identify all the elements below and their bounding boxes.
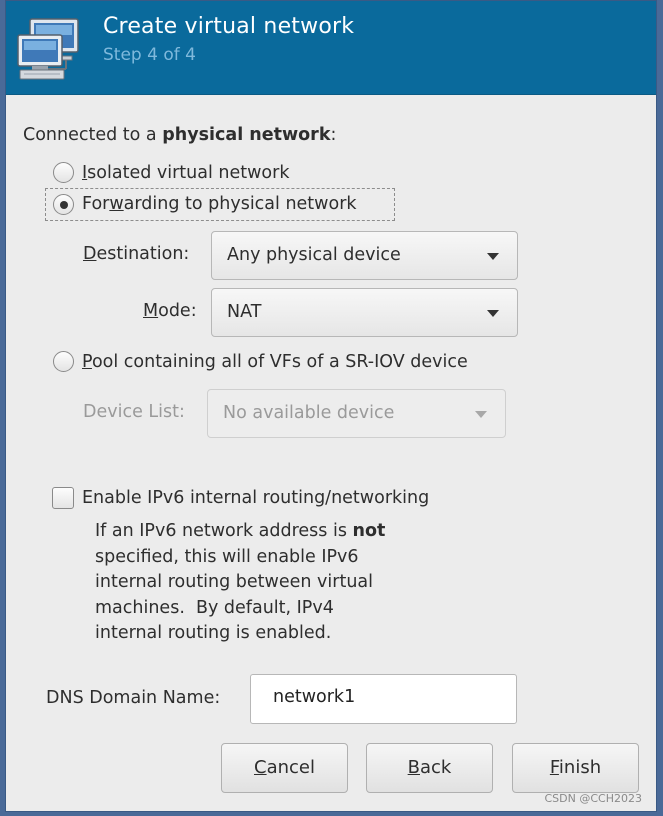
dialog-title: Create virtual network <box>103 14 355 39</box>
dialog-header: Create virtual network Step 4 of 4 <box>6 1 656 95</box>
step-indicator: Step 4 of 4 <box>103 45 196 65</box>
isolated-radio[interactable] <box>53 162 74 183</box>
mode-label: Mode: <box>143 301 197 321</box>
mode-dropdown[interactable]: NAT <box>211 288 518 337</box>
dns-domain-value: network1 <box>273 687 356 707</box>
dns-domain-input[interactable]: network1 <box>250 674 517 724</box>
cancel-button[interactable]: Cancel <box>221 743 348 793</box>
forwarding-radio[interactable] <box>53 194 74 215</box>
create-virtual-network-dialog: Create virtual network Step 4 of 4 Conne… <box>5 0 657 812</box>
destination-value: Any physical device <box>227 245 401 265</box>
destination-dropdown[interactable]: Any physical device <box>211 231 518 280</box>
ipv6-checkbox-label[interactable]: Enable IPv6 internal routing/networking <box>82 488 429 508</box>
connection-intro: Connected to a physical network: <box>23 125 337 145</box>
triangle-down-icon <box>487 253 499 260</box>
device-list-value: No available device <box>223 403 395 423</box>
triangle-down-icon <box>487 310 499 317</box>
triangle-down-icon <box>475 411 487 418</box>
isolated-radio-label[interactable]: Isolated virtual network <box>82 163 289 183</box>
forwarding-radio-label[interactable]: Forwarding to physical network <box>82 194 357 214</box>
network-computers-icon <box>17 18 79 80</box>
device-list-dropdown: No available device <box>207 389 506 438</box>
watermark: CSDN @CCH2023 <box>544 792 643 805</box>
back-button[interactable]: Back <box>366 743 493 793</box>
pool-radio-label[interactable]: Pool containing all of VFs of a SR-IOV d… <box>82 352 468 372</box>
ipv6-checkbox[interactable] <box>52 487 74 509</box>
finish-button[interactable]: Finish <box>512 743 639 793</box>
dns-domain-label: DNS Domain Name: <box>46 688 221 708</box>
device-list-label: Device List: <box>83 402 185 422</box>
destination-label: Destination: <box>83 244 190 264</box>
pool-radio[interactable] <box>53 351 74 372</box>
mode-value: NAT <box>227 302 262 322</box>
ipv6-help-text: If an IPv6 network address is not specif… <box>95 521 386 643</box>
